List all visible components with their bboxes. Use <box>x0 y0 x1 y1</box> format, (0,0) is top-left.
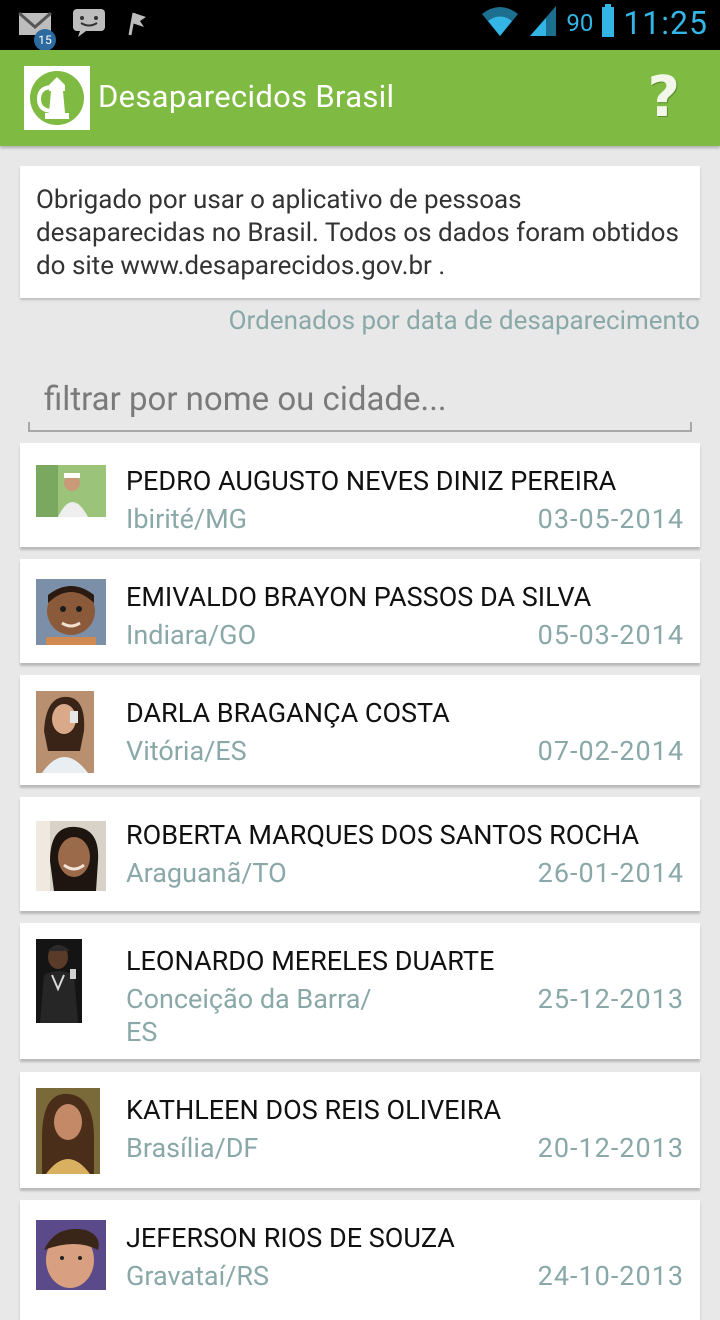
list-item[interactable]: LEONARDO MERELES DUARTE Conceição da Bar… <box>20 923 700 1059</box>
intro-card: Obrigado por usar o aplicativo de pessoa… <box>20 166 700 298</box>
help-icon[interactable]: ? <box>648 70 680 126</box>
person-city: Indiara/GO <box>126 619 257 651</box>
search-field[interactable] <box>28 370 692 432</box>
list-item[interactable]: EMIVALDO BRAYON PASSOS DA SILVA Indiara/… <box>20 559 700 663</box>
intro-text: Obrigado por usar o aplicativo de pessoa… <box>36 185 679 281</box>
search-underline <box>28 422 692 432</box>
gmail-icon: 15 <box>18 11 56 51</box>
sort-note: Ordenados por data de desaparecimento <box>228 306 700 336</box>
system-icons: 90 11:25 <box>480 4 708 42</box>
person-name: PEDRO AUGUSTO NEVES DINIZ PEREIRA <box>126 465 617 497</box>
search-input[interactable] <box>28 370 692 428</box>
notification-icons: 15 <box>18 8 150 51</box>
person-city: Araguanã/TO <box>126 857 287 889</box>
signal-icon <box>528 4 558 42</box>
chat-icon <box>72 8 106 42</box>
person-city: Conceição da Barra/ ES <box>126 983 372 1048</box>
clock: 11:25 <box>623 4 708 42</box>
person-photo <box>36 1088 100 1174</box>
person-date: 03-05-2014 <box>537 503 684 535</box>
flag-icon <box>126 9 150 41</box>
person-photo <box>36 939 82 1023</box>
person-photo <box>36 465 106 517</box>
list-item[interactable]: KATHLEEN DOS REIS OLIVEIRA Brasília/DF 2… <box>20 1072 700 1188</box>
battery-percent: 90 <box>566 9 594 37</box>
notification-count-badge: 15 <box>34 29 56 51</box>
person-name: DARLA BRAGANÇA COSTA <box>126 697 450 729</box>
person-date: 05-03-2014 <box>537 619 684 651</box>
status-bar: 15 90 11:25 <box>0 0 720 51</box>
person-photo <box>36 579 106 645</box>
list-item[interactable]: JEFERSON RIOS DE SOUZA Gravataí/RS 24-10… <box>20 1200 700 1320</box>
app-title: Desaparecidos Brasil <box>98 78 395 115</box>
person-name: KATHLEEN DOS REIS OLIVEIRA <box>126 1094 502 1126</box>
app-logo[interactable] <box>24 66 90 130</box>
person-photo <box>36 691 94 773</box>
list-item[interactable]: ROBERTA MARQUES DOS SANTOS ROCHA Araguan… <box>20 797 700 911</box>
person-city: Vitória/ES <box>126 735 247 767</box>
person-date: 24-10-2013 <box>537 1260 684 1292</box>
battery-icon <box>601 4 615 42</box>
person-date: 07-02-2014 <box>537 735 684 767</box>
person-photo <box>36 821 106 891</box>
person-date: 20-12-2013 <box>537 1132 684 1164</box>
list-item[interactable]: DARLA BRAGANÇA COSTA Vitória/ES 07-02-20… <box>20 675 700 785</box>
wifi-icon <box>480 4 520 42</box>
person-city: Ibirité/MG <box>126 503 248 535</box>
person-city: Gravataí/RS <box>126 1260 270 1292</box>
person-date: 25-12-2013 <box>537 983 684 1015</box>
list-item[interactable]: PEDRO AUGUSTO NEVES DINIZ PEREIRA Ibirit… <box>20 443 700 547</box>
person-date: 26-01-2014 <box>537 857 684 889</box>
person-name: JEFERSON RIOS DE SOUZA <box>126 1222 455 1254</box>
action-bar: Desaparecidos Brasil ? <box>0 50 720 146</box>
person-name: LEONARDO MERELES DUARTE <box>126 945 495 977</box>
app-logo-icon <box>30 71 84 125</box>
person-name: EMIVALDO BRAYON PASSOS DA SILVA <box>126 581 592 613</box>
person-city: Brasília/DF <box>126 1132 259 1164</box>
person-name: ROBERTA MARQUES DOS SANTOS ROCHA <box>126 819 640 851</box>
